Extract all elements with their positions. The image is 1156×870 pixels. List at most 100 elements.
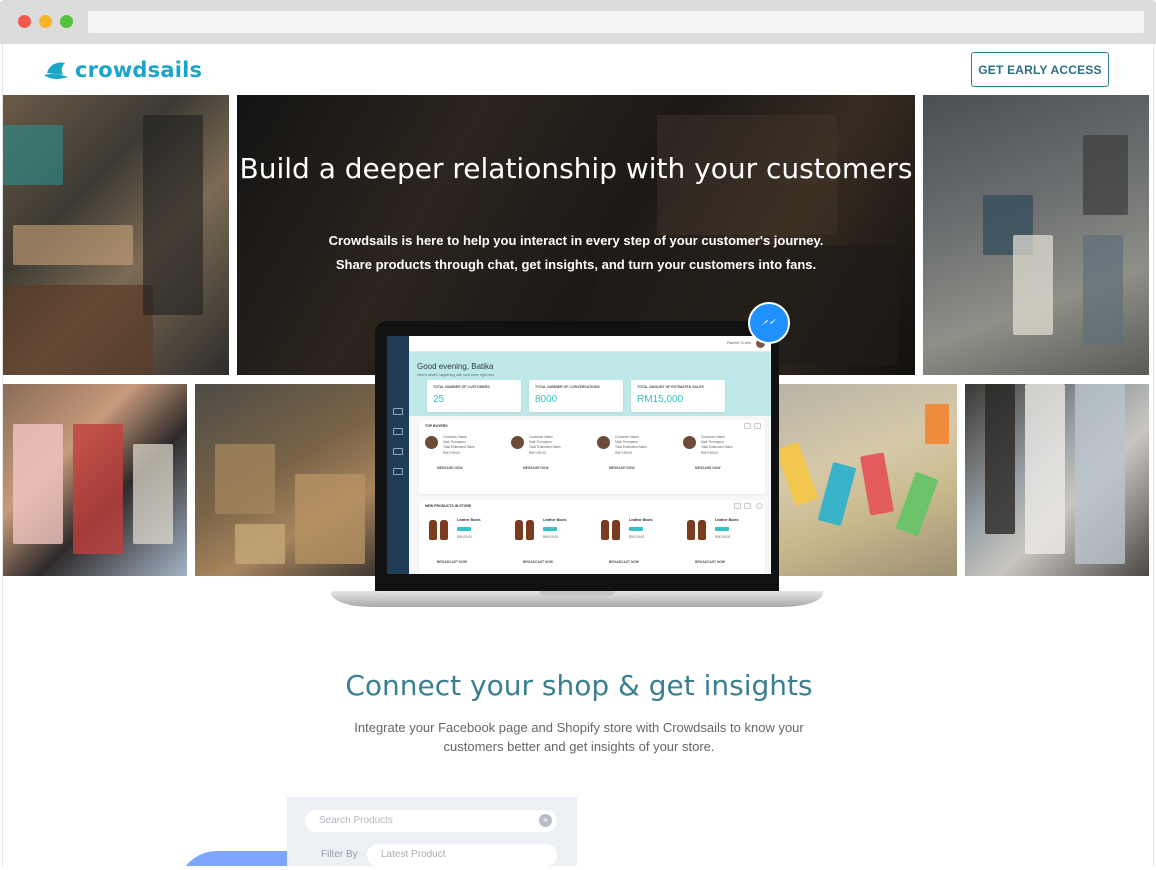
boot-image [601,520,609,540]
filter-select[interactable]: Latest Product [367,844,557,866]
product-price: RM129.00 [715,535,731,539]
avatar [511,436,524,449]
buyer-card: Customer Name Matt Thompson Total Estima… [595,434,671,474]
avatar [683,436,696,449]
laptop-notch [539,591,615,596]
photo-sellers-booth [3,384,187,576]
panel-title: TOP BUYERS [425,424,448,428]
next-page-button[interactable] [744,503,751,509]
boot-image [687,520,695,540]
product-card: Leather Boots RM129.00 BROADCAST NOW [423,514,499,564]
panel-title: NEW PRODUCTS IN STORE [425,504,472,508]
boot-image [526,520,534,540]
browser-window: crowdsails GET EARLY ACCESS Build a deep… [0,0,1156,870]
message-now-button[interactable]: MESSAGE NOW [609,466,634,470]
buyer-sales: RM7199.00 [529,450,547,455]
boot-image [515,520,523,540]
boot-image [429,520,437,540]
broadcast-now-button[interactable]: BROADCAST NOW [437,560,467,564]
buyer-sales-label: Total Estimated Sales [615,445,647,450]
hero-subtitle-line-2: Share products through chat, get insight… [335,257,817,272]
minimize-window-button[interactable] [39,15,52,28]
new-products-panel: NEW PRODUCTS IN STORE Leather Boots RM12… [419,500,765,574]
product-badge [457,527,471,531]
product-price: RM129.00 [457,535,473,539]
buyer-card: Customer Name Matt Thompson Total Estima… [423,434,499,474]
browser-chrome [0,0,1156,44]
photo-clothing-rack [965,384,1149,576]
product-name: Leather Boots [715,518,739,522]
brand-logo[interactable]: crowdsails [43,58,202,82]
dashboard-sidebar [387,336,409,574]
broadcast-now-button[interactable]: BROADCAST NOW [609,560,639,564]
refresh-icon[interactable] [756,503,763,509]
buyer-sales: RM7199.00 [443,450,461,455]
photo-record-store [3,95,229,375]
product-badge [715,527,729,531]
buyer-sales-label: Total Estimated Sales [701,445,733,450]
boot-image [698,520,706,540]
photo-street-shop [923,95,1149,375]
product-name: Leather Boots [629,518,653,522]
message-now-button[interactable]: MESSAGE NOW [695,466,720,470]
messenger-icon [748,302,790,344]
stat-card-conversations: TOTAL NUMBER OF CONVERSATIONS 8000 [529,380,623,412]
prev-page-button[interactable] [734,503,741,509]
top-buyers-panel: TOP BUYERS Customer Name Matt Thompson T… [419,420,765,494]
message-now-button[interactable]: MESSAGE NOW [523,466,548,470]
section-subtitle-line-1: Integrate your Facebook page and Shopify… [354,720,804,735]
product-card: Leather Boots RM129.00 BROADCAST NOW [681,514,757,564]
avatar [425,436,438,449]
dashboard-screen: Rachel Curtis Good evening, Batika Here'… [387,336,771,574]
nav-products-icon[interactable] [393,468,403,475]
product-badge [629,527,643,531]
nav-customers-icon[interactable] [393,448,403,455]
product-badge [543,527,557,531]
avatar [597,436,610,449]
boot-image [440,520,448,540]
address-bar[interactable] [88,11,1144,33]
stat-label: TOTAL NUMBER OF CONVERSATIONS [535,385,600,389]
buyer-sales: RM7199.00 [701,450,719,455]
stat-label: TOTAL NUMBER OF CUSTOMERS [433,385,490,389]
product-price: RM129.00 [543,535,559,539]
search-placeholder: Search Products [319,815,393,826]
buyer-sales: RM7199.00 [615,450,633,455]
product-name: Leather Boots [543,518,567,522]
close-window-button[interactable] [18,15,31,28]
buyer-sales-label: Total Estimated Sales [529,445,561,450]
clear-icon[interactable]: × [539,814,552,827]
product-name: Leather Boots [457,518,481,522]
next-page-button[interactable] [754,423,761,429]
search-input[interactable]: Search Products × [305,810,557,832]
section-title: Connect your shop & get insights [345,669,813,702]
prev-page-button[interactable] [744,423,751,429]
message-now-button[interactable]: MESSAGE NOW [437,466,462,470]
maximize-window-button[interactable] [60,15,73,28]
stat-label: TOTAL AMOUNT OF ESTIMATED SALES [637,385,704,389]
stat-card-sales: TOTAL AMOUNT OF ESTIMATED SALES RM15,000 [631,380,725,412]
section-subtitle: Integrate your Facebook page and Shopify… [329,718,829,756]
greeting: Good evening, Batika [417,362,494,371]
greeting-subtitle: Here's what's happening with your store … [417,373,495,377]
product-card: Leather Boots RM129.00 BROADCAST NOW [509,514,585,564]
broadcast-now-button[interactable]: BROADCAST NOW [523,560,553,564]
nav-dashboard-icon[interactable] [393,408,403,415]
broadcast-now-button[interactable]: BROADCAST NOW [695,560,725,564]
brand-name: crowdsails [75,58,203,82]
filter-value: Latest Product [381,849,446,860]
nav-chat-icon[interactable] [393,428,403,435]
dashboard-topbar: Rachel Curtis [409,336,771,352]
get-early-access-button[interactable]: GET EARLY ACCESS [971,52,1109,87]
product-card: Leather Boots RM129.00 BROADCAST NOW [595,514,671,564]
user-name: Rachel Curtis [726,340,751,345]
stat-card-customers: TOTAL NUMBER OF CUSTOMERS 25 [427,380,521,412]
stat-value: 25 [433,394,445,405]
product-filter-mockup: Search Products × Filter By Latest Produ… [287,797,577,866]
boot-image [612,520,620,540]
hero-subtitle-line-1: Crowdsails is here to help you interact … [328,233,824,248]
photo-colorful-socks [775,384,957,576]
filter-label: Filter By [321,849,358,860]
stat-value: 8000 [535,394,558,405]
photo-crates-display [195,384,377,576]
